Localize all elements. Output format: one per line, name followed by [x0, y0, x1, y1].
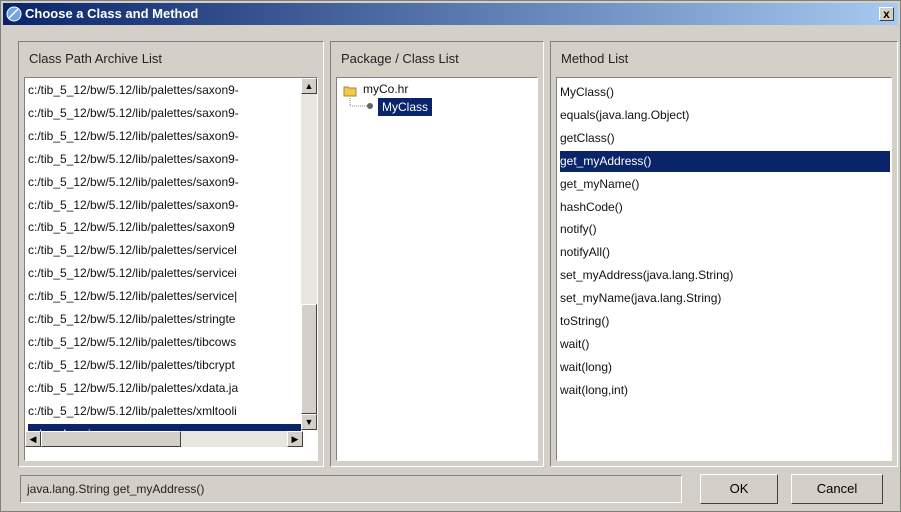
archive-list-item[interactable]: c:/tib_5_12/bw/5.12/lib/palettes/saxon9 [28, 217, 301, 238]
archive-list-item[interactable]: c:/tib_5_12/bw/5.12/lib/palettes/saxon9- [28, 80, 301, 101]
cancel-button[interactable]: Cancel [791, 474, 883, 504]
scroll-left-arrow-icon[interactable]: ◀ [25, 431, 41, 447]
archive-list-item[interactable]: c:/tib_5_12/bw/5.12/lib/palettes/saxon9- [28, 172, 301, 193]
ok-button[interactable]: OK [700, 474, 778, 504]
folder-icon [343, 86, 357, 97]
archive-horizontal-scrollbar[interactable]: ◀ ▶ [25, 431, 303, 447]
method-list-item[interactable]: MyClass() [560, 82, 890, 103]
choose-class-method-dialog: Choose a Class and Method x Class Path A… [0, 0, 901, 512]
archive-list-item[interactable]: c:/tib_5_12/bw/5.12/lib/palettes/saxon9- [28, 195, 301, 216]
close-button[interactable]: x [879, 7, 894, 21]
archive-list-title: Class Path Archive List [29, 51, 162, 66]
method-list-item[interactable]: wait(long) [560, 357, 890, 378]
method-list-item[interactable]: get_myAddress() [560, 150, 890, 172]
package-list-panel: Package / Class List myCo.hr MyClass [330, 41, 544, 467]
method-list-item[interactable]: get_myName() [560, 174, 890, 195]
archive-list[interactable]: c:/tib_5_12/bw/5.12/lib/palettes/saxon9-… [24, 77, 318, 461]
archive-list-item[interactable]: c:/tib_5_12/bw/5.12/lib/palettes/saxon9- [28, 149, 301, 170]
archive-list-item[interactable]: c:/tib_5_12/bw/5.12/lib/palettes/saxon9- [28, 103, 301, 124]
archive-list-header: Class Path Archive List [19, 42, 323, 76]
method-list-item[interactable]: wait() [560, 334, 890, 355]
archive-list-item[interactable]: c:/tib_5_12/bw/5.12/lib/palettes/service… [28, 240, 301, 261]
scroll-down-arrow-icon[interactable]: ▼ [301, 414, 317, 430]
method-list-item[interactable]: notify() [560, 219, 890, 240]
archive-list-item[interactable]: c:/tib_5_12/bw/5.12/lib/palettes/xmltool… [28, 401, 301, 422]
archive-list-item[interactable]: c:/tib_5_12/bw/5.12/lib/palettes/tibcryp… [28, 355, 301, 376]
scroll-right-arrow-icon[interactable]: ▶ [287, 431, 303, 447]
method-list-item[interactable]: set_myName(java.lang.String) [560, 288, 890, 309]
method-list[interactable]: MyClass() equals(java.lang.Object) getClas… [556, 77, 892, 461]
package-node[interactable]: myCo.hr [363, 82, 408, 96]
archive-list-item[interactable]: c:/tib_5_12/bw/5.12/lib/palettes/saxon9- [28, 126, 301, 147]
package-list-title: Package / Class List [341, 51, 459, 66]
archive-vertical-scrollbar[interactable]: ▲ ▼ [301, 78, 317, 430]
method-list-item[interactable]: toString() [560, 311, 890, 332]
method-list-item[interactable]: hashCode() [560, 197, 890, 218]
horizontal-scroll-thumb[interactable] [41, 431, 181, 447]
method-list-header: Method List [551, 42, 897, 76]
status-field: java.lang.String get_myAddress() [20, 475, 682, 503]
package-list-header: Package / Class List [331, 42, 543, 76]
archive-list-item[interactable]: c:/tib_5_12/bw/5.12/lib/palettes/stringt… [28, 309, 301, 330]
method-list-item[interactable]: set_myAddress(java.lang.String) [560, 265, 890, 286]
method-list-item[interactable]: notifyAll() [560, 242, 890, 263]
archive-list-item[interactable]: c:/tib_5_12/bw/5.12/lib/palettes/service… [28, 286, 301, 307]
method-list-item[interactable]: getClass() [560, 128, 890, 149]
package-tree[interactable]: myCo.hr MyClass [336, 77, 538, 461]
app-icon [6, 6, 22, 22]
archive-list-item[interactable]: c:/tib_5_12/bw/5.12/lib/palettes/tibcows [28, 332, 301, 353]
archive-list-panel: Class Path Archive List c:/tib_5_12/bw/5… [18, 41, 324, 467]
tree-connector [349, 98, 373, 109]
method-list-title: Method List [561, 51, 629, 66]
title-bar[interactable]: Choose a Class and Method x [3, 3, 898, 25]
method-signature-text: java.lang.String get_myAddress() [27, 482, 205, 496]
archive-list-item[interactable]: c:/tib_5_12/bw/5.12/lib/palettes/xdata.j… [28, 378, 301, 399]
method-list-panel: Method List MyClass() equals(java.lang.Ob… [550, 41, 898, 467]
method-list-item[interactable]: wait(long,int) [560, 380, 890, 401]
method-list-item[interactable]: equals(java.lang.Object) [560, 105, 890, 126]
class-node-myclass[interactable]: MyClass [378, 98, 433, 116]
scroll-thumb[interactable] [301, 304, 317, 414]
scroll-up-arrow-icon[interactable]: ▲ [301, 78, 317, 94]
archive-list-item[interactable]: c:/tib_5_12/bw/5.12/lib/palettes/service… [28, 263, 301, 284]
window-title: Choose a Class and Method [25, 6, 199, 21]
